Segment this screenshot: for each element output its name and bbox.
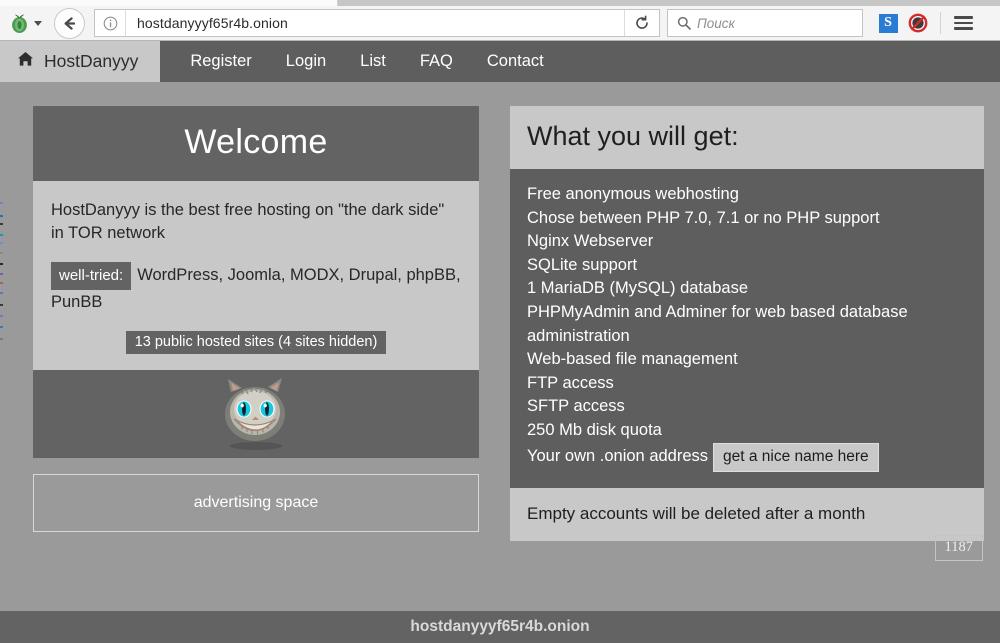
welcome-title: Welcome bbox=[33, 106, 479, 181]
sliver-mark bbox=[0, 263, 3, 265]
site-identity-button[interactable] bbox=[95, 10, 126, 36]
nav-link-contact[interactable]: Contact bbox=[470, 41, 561, 82]
well-tried-tag: well-tried: bbox=[51, 262, 131, 290]
feature-item: FTP access bbox=[527, 372, 967, 396]
visitor-counter-badge: 1187 bbox=[935, 535, 983, 561]
sliver-mark bbox=[0, 315, 3, 317]
back-button[interactable] bbox=[54, 8, 85, 39]
sliver-mark bbox=[0, 273, 3, 275]
info-circle-icon bbox=[103, 16, 118, 31]
sliver-mark bbox=[0, 234, 3, 236]
sliver-mark bbox=[0, 242, 3, 244]
reload-button[interactable] bbox=[624, 10, 659, 36]
features-footer-note: Empty accounts will be deleted after a m… bbox=[510, 488, 984, 541]
well-tried-line: well-tried:WordPress, Joomla, MODX, Drup… bbox=[51, 262, 461, 316]
sidebar-item-home[interactable]: HostDanyyy bbox=[0, 41, 160, 82]
advertising-space[interactable]: advertising space bbox=[33, 474, 479, 532]
features-list: Free anonymous webhosting Chose between … bbox=[510, 169, 984, 488]
torbutton-menu-button[interactable] bbox=[4, 9, 46, 37]
nav-link-faq[interactable]: FAQ bbox=[403, 41, 470, 82]
hosted-sites-badge-row: 13 public hosted sites (4 sites hidden) bbox=[51, 331, 461, 354]
footer-onion-address: hostdanyyyf65r4b.onion bbox=[410, 618, 589, 636]
welcome-body: HostDanyyy is the best free hosting on "… bbox=[33, 181, 479, 370]
feature-item: SQLite support bbox=[527, 254, 967, 278]
search-bar[interactable]: Поиск bbox=[667, 9, 863, 37]
sliver-mark bbox=[0, 304, 3, 306]
home-icon bbox=[17, 51, 34, 72]
sliver-mark bbox=[0, 338, 3, 340]
feature-item: SFTP access bbox=[527, 395, 967, 419]
page-content: Welcome HostDanyyy is the best free host… bbox=[0, 82, 1000, 611]
url-bar[interactable]: hostdanyyyf65r4b.onion bbox=[94, 9, 660, 37]
onion-address-line: Your own .onion address get a nice name h… bbox=[527, 443, 967, 472]
s-extension-button[interactable]: S bbox=[873, 9, 903, 37]
url-text[interactable]: hostdanyyyf65r4b.onion bbox=[126, 15, 624, 31]
feature-item: PHPMyAdmin and Adminer for web based dat… bbox=[527, 301, 967, 348]
feature-item: Free anonymous webhosting bbox=[527, 183, 967, 207]
site-navigation-bar: HostDanyyy Register Login List FAQ Conta… bbox=[0, 41, 1000, 82]
s-extension-icon: S bbox=[879, 14, 898, 33]
hamburger-menu-icon bbox=[954, 13, 973, 34]
nav-link-register[interactable]: Register bbox=[173, 41, 268, 82]
cheshire-cat-image bbox=[33, 370, 479, 458]
feature-item: Web-based file management bbox=[527, 348, 967, 372]
search-input[interactable]: Поиск bbox=[697, 16, 735, 31]
welcome-intro-text: HostDanyyy is the best free hosting on "… bbox=[51, 199, 461, 246]
back-arrow-icon bbox=[61, 15, 78, 32]
sliver-mark bbox=[0, 223, 3, 225]
sliver-mark bbox=[0, 252, 3, 254]
noscript-icon bbox=[908, 13, 928, 33]
sliver-mark bbox=[0, 282, 3, 284]
nav-link-list[interactable]: List bbox=[343, 41, 403, 82]
onion-address-label: Your own .onion address bbox=[527, 447, 708, 465]
sliver-mark bbox=[0, 292, 3, 294]
feature-item: Nginx Webserver bbox=[527, 230, 967, 254]
nav-link-login[interactable]: Login bbox=[269, 41, 343, 82]
cheshire-cat-icon bbox=[204, 374, 308, 454]
sliver-mark bbox=[0, 202, 3, 204]
sliver-mark bbox=[0, 326, 3, 328]
reload-icon bbox=[634, 15, 650, 31]
search-icon bbox=[677, 16, 691, 30]
toolbar-extension-icons: S bbox=[873, 9, 978, 37]
chevron-down-icon bbox=[34, 21, 42, 26]
features-title: What you will get: bbox=[510, 106, 984, 169]
noscript-button[interactable] bbox=[903, 9, 933, 37]
feature-item: 250 Mb disk quota bbox=[527, 419, 967, 443]
toolbar-divider bbox=[940, 12, 941, 34]
brand-label: HostDanyyy bbox=[44, 51, 138, 72]
feature-item: Chose between PHP 7.0, 7.1 or no PHP sup… bbox=[527, 207, 967, 231]
onion-icon bbox=[9, 13, 30, 34]
features-panel: What you will get: Free anonymous webhos… bbox=[510, 106, 984, 541]
site-footer: hostdanyyyf65r4b.onion bbox=[0, 611, 1000, 643]
app-menu-button[interactable] bbox=[948, 9, 978, 37]
feature-item: 1 MariaDB (MySQL) database bbox=[527, 277, 967, 301]
browser-navigation-toolbar: hostdanyyyf65r4b.onion Поиск S bbox=[0, 6, 1000, 40]
hosted-sites-badge: 13 public hosted sites (4 sites hidden) bbox=[126, 331, 387, 354]
get-nice-name-button[interactable]: get a nice name here bbox=[713, 443, 879, 472]
welcome-panel: Welcome HostDanyyy is the best free host… bbox=[33, 106, 479, 532]
background-window-sliver bbox=[0, 82, 3, 611]
browser-chrome: hostdanyyyf65r4b.onion Поиск S bbox=[0, 0, 1000, 41]
sliver-mark bbox=[0, 215, 3, 217]
